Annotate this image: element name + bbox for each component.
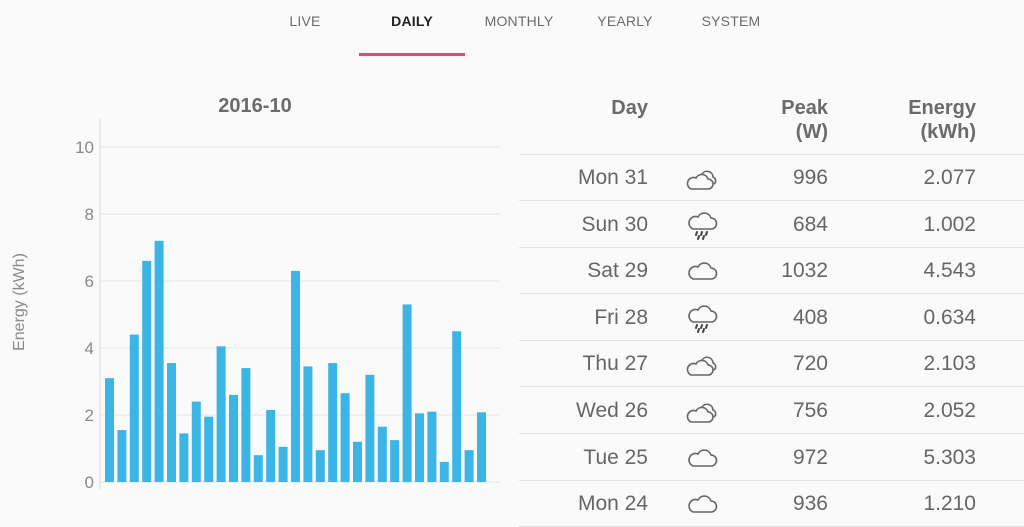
row-peak: 684 [792,212,828,236]
bar[interactable] [216,346,226,482]
row-day: Tue 25 [583,445,648,469]
bar[interactable] [129,334,139,482]
y-axis-label: Energy (kWh) [11,253,28,351]
rain-cloud-icon [685,304,721,334]
y-tick-label: 8 [85,205,94,224]
bar[interactable] [477,412,486,482]
partly-cloudy-icon [685,397,721,427]
bar[interactable] [427,411,437,482]
bar[interactable] [340,393,350,482]
bar[interactable] [315,450,325,482]
row-day: Wed 26 [576,399,648,422]
y-tick-label: 10 [75,138,94,157]
bar[interactable] [266,409,276,482]
row-energy: 5.303 [923,445,976,469]
table-row[interactable]: Tue 25 972 5.303 [519,435,1024,481]
y-tick-label: 4 [85,339,94,358]
bar[interactable] [390,440,400,482]
bar[interactable] [241,368,251,482]
bar[interactable] [142,260,152,482]
bar[interactable] [415,413,424,482]
y-tick-label: 0 [85,473,94,492]
bar[interactable] [253,455,263,482]
partly-cloudy-icon [685,350,721,380]
bar[interactable] [229,394,238,482]
bar[interactable] [464,450,474,482]
row-peak: 996 [792,166,828,189]
header-peak-line1: Peak [781,97,828,119]
bar[interactable] [179,433,189,482]
table-row[interactable]: Wed 26 756 2.052 [519,388,1024,434]
bar[interactable] [303,366,313,482]
tab-daily[interactable]: DAILY [359,0,465,58]
header-day: Day [611,97,648,119]
daily-table: Day Peak (W) Energy (kWh) Mon 31 996 2.077… [519,0,1024,527]
cloud-icon [685,257,721,287]
row-energy: 1.210 [923,492,976,516]
table-row[interactable]: Sat 29 1032 4.543 [519,248,1024,295]
row-energy: 0.634 [923,305,976,329]
header-energy-line1: Energy [908,97,976,119]
header-energy-line2: (kWh) [920,121,976,143]
y-tick-label: 2 [85,406,94,425]
bar[interactable] [377,426,387,482]
header-energy: Energy (kWh) [908,96,976,144]
table-row[interactable]: Sun 30 684 1.002 [519,202,1024,248]
cloud-icon [685,444,721,474]
table-row[interactable]: Mon 31 996 2.077 [519,155,1024,201]
table-row[interactable]: Mon 24 936 1.210 [519,481,1024,527]
bar[interactable] [278,446,288,482]
bar[interactable] [328,363,338,482]
bar[interactable] [191,401,201,482]
bar[interactable] [167,363,176,482]
table-row[interactable]: Fri 28 408 0.634 [519,295,1024,341]
row-peak: 1032 [781,259,828,283]
bar[interactable] [291,270,300,482]
bar[interactable] [402,304,412,482]
y-tick-label: 6 [85,272,94,291]
row-day: Mon 24 [577,492,648,516]
tab-daily-label: DAILY [391,13,433,29]
bar[interactable] [439,461,449,482]
cloud-icon [685,490,721,520]
bar[interactable] [365,374,375,482]
bar[interactable] [353,441,362,482]
row-day: Thu 27 [582,352,648,376]
row-peak: 720 [792,352,828,376]
row-day: Sat 29 [587,259,648,283]
bar[interactable] [204,416,214,482]
energy-bar-chart: 0 2 4 6 8 10 Energy (kWh) [11,118,500,492]
tab-live[interactable]: LIVE [252,0,358,58]
bar[interactable] [452,331,462,482]
row-peak: 408 [792,305,828,329]
row-peak: 936 [792,492,828,516]
row-energy: 2.103 [923,352,976,376]
bar[interactable] [117,430,127,482]
row-energy: 2.052 [923,399,976,422]
header-peak: Peak (W) [781,96,828,144]
bar[interactable] [105,378,114,482]
tab-active-indicator [359,53,465,56]
bar[interactable] [154,240,164,482]
header-peak-line2: (W) [795,121,828,143]
table-row[interactable]: Thu 27 720 2.103 [519,341,1024,388]
row-energy: 1.002 [923,212,976,236]
row-energy: 4.543 [923,259,976,283]
row-day: Mon 31 [577,166,648,189]
row-day: Sun 30 [581,212,648,236]
row-peak: 972 [792,445,828,469]
rain-cloud-icon [685,211,721,241]
row-day: Fri 28 [594,305,648,329]
tab-live-label: LIVE [289,13,321,29]
partly-cloudy-icon [685,164,721,194]
row-energy: 2.077 [923,166,976,189]
row-peak: 756 [792,399,828,422]
table-header: Day Peak (W) Energy (kWh) [519,96,1024,154]
